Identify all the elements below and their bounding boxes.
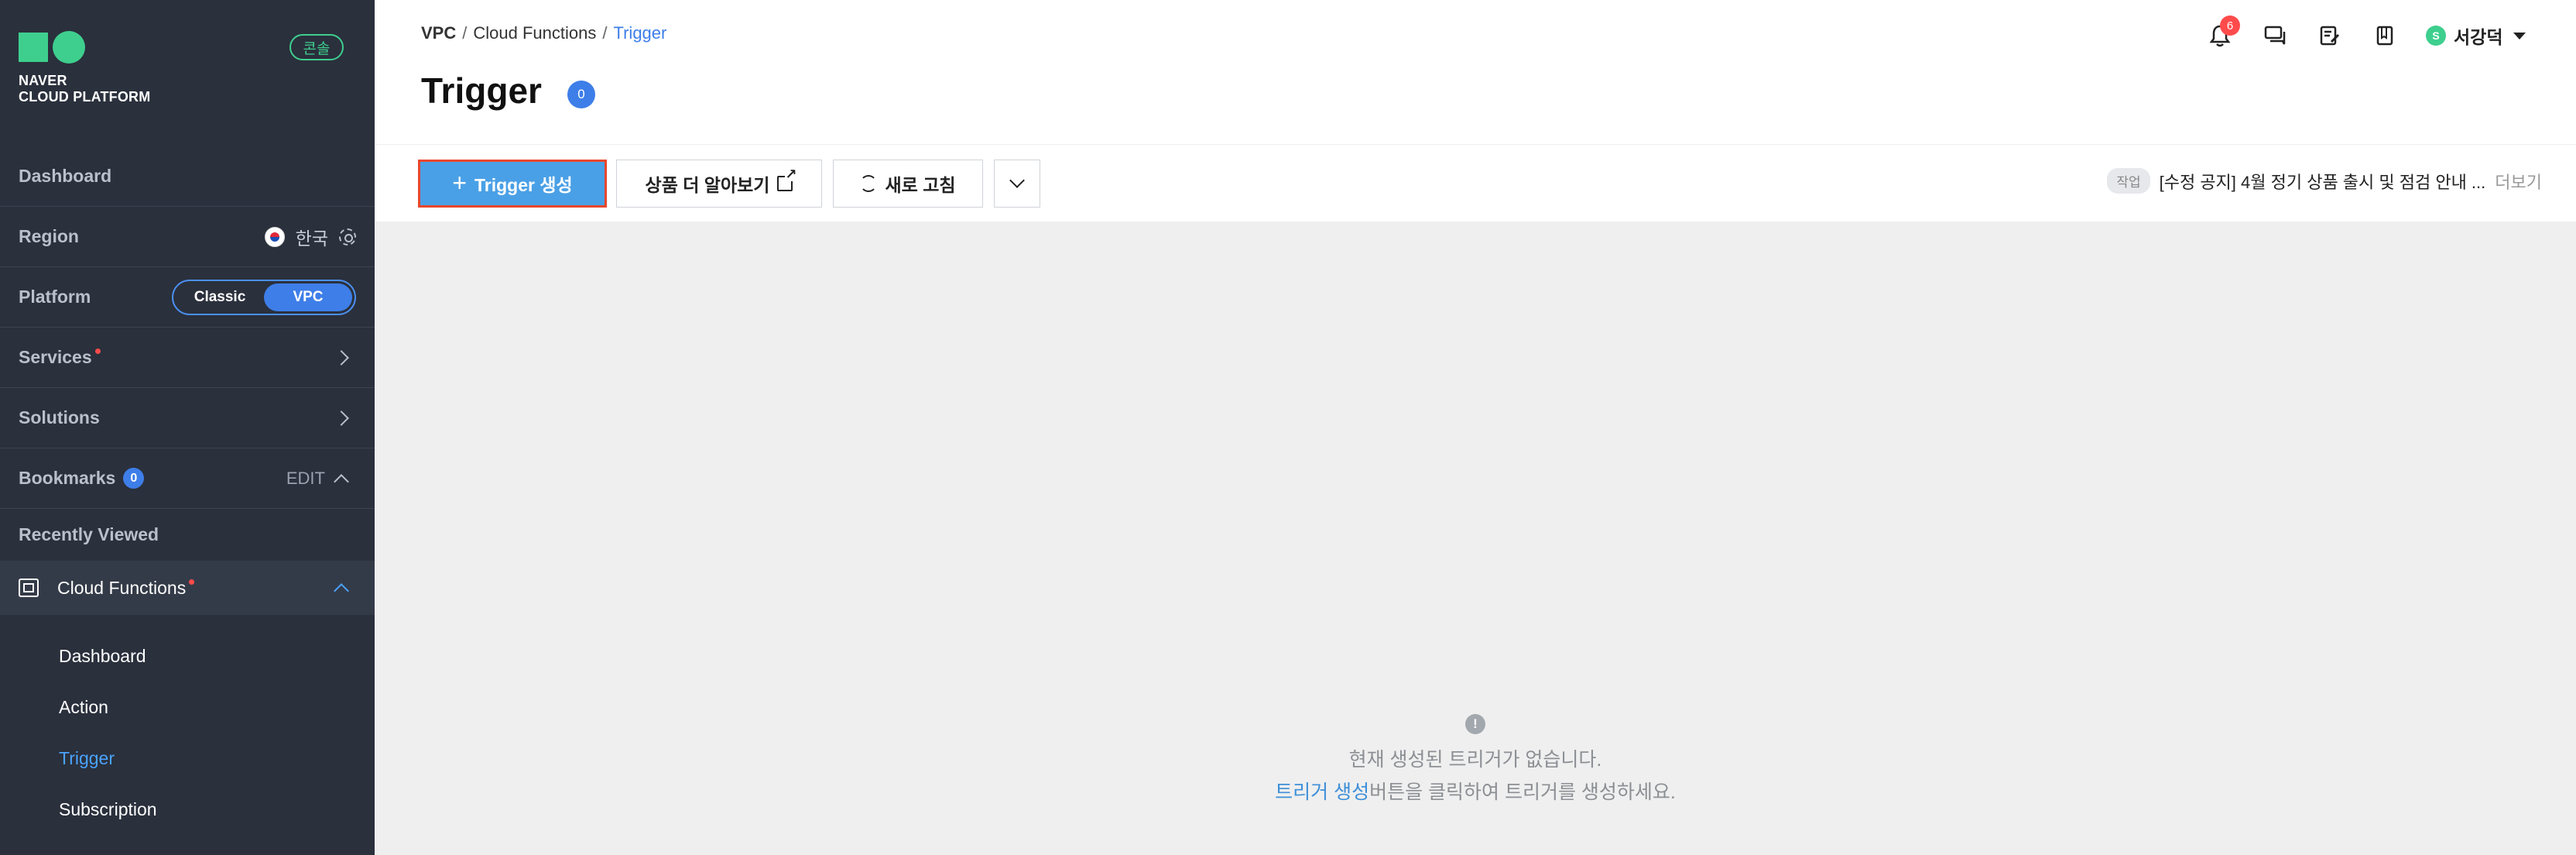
logo-line2: CLOUD PLATFORM	[19, 89, 151, 105]
messages-button[interactable]	[2258, 19, 2292, 53]
sidebar: NAVER CLOUD PLATFORM 콘솔 Dashboard Region…	[0, 0, 375, 855]
book-icon	[2376, 26, 2393, 46]
breadcrumb-trigger[interactable]: Trigger	[613, 23, 666, 43]
create-trigger-link[interactable]: 트리거 생성	[1275, 781, 1369, 803]
external-link-icon	[777, 167, 797, 191]
learn-more-label: 상품 더 알아보기	[645, 175, 770, 195]
recently-viewed-heading: Recently Viewed	[19, 524, 159, 544]
toolbar: + Trigger 생성 상품 더 알아보기 새로 고침 작업 [수정 공지] …	[375, 144, 2576, 221]
new-indicator-dot	[94, 349, 101, 354]
edit-document-icon	[2320, 26, 2340, 46]
chevron-down-icon	[1009, 173, 1025, 188]
platform-option-classic[interactable]: Classic	[176, 283, 264, 311]
sidebar-item-label: Solutions	[19, 407, 100, 428]
notification-count-badge: 6	[2220, 15, 2240, 36]
sidebar-item-bookmarks[interactable]: Bookmarks 0 EDIT	[0, 448, 375, 508]
korea-flag-icon	[264, 226, 285, 247]
chevron-up-icon[interactable]	[334, 583, 349, 599]
empty-state: ! 현재 생성된 트리거가 없습니다. 트리거 생성버튼을 클릭하여 트리거를 …	[375, 714, 2576, 809]
notification-bell-button[interactable]: 6	[2203, 15, 2240, 53]
sidebar-item-label: Cloud Functions	[57, 577, 187, 598]
create-trigger-button[interactable]: + Trigger 생성	[418, 160, 607, 208]
top-utility-bar: 6 S 서강덕	[2203, 15, 2526, 53]
logo-line1: NAVER	[19, 73, 67, 88]
user-menu[interactable]: S 서강덕	[2426, 22, 2526, 49]
breadcrumb-vpc[interactable]: VPC	[421, 23, 456, 43]
platform-toggle[interactable]: Classic VPC	[172, 279, 356, 315]
platform-label: Platform	[19, 287, 91, 307]
breadcrumb-separator: /	[602, 23, 608, 43]
user-name: 서강덕	[2454, 27, 2503, 47]
region-value[interactable]: 한국	[296, 224, 328, 250]
bookmarks-edit-button[interactable]: EDIT	[286, 469, 325, 489]
sidebar-platform-row: Platform Classic VPC	[0, 266, 375, 327]
chevron-right-icon	[334, 410, 349, 426]
learn-more-button[interactable]: 상품 더 알아보기	[616, 160, 822, 208]
sidebar-item-solutions[interactable]: Solutions	[0, 387, 375, 448]
info-icon: !	[1465, 714, 1485, 734]
region-label: Region	[19, 226, 79, 246]
breadcrumb: VPC / Cloud Functions / Trigger	[421, 23, 666, 43]
breadcrumb-cloud-functions[interactable]: Cloud Functions	[473, 23, 596, 43]
refresh-label: 새로 고침	[885, 175, 956, 195]
caret-down-icon	[2513, 32, 2526, 39]
notice-text[interactable]: [수정 공지] 4월 정기 상품 출시 및 점검 안내 ...	[2160, 169, 2486, 194]
sidebar-region-row: Region 한국	[0, 206, 375, 266]
notice-banner[interactable]: 작업 [수정 공지] 4월 정기 상품 출시 및 점검 안내 ... 더보기	[2107, 168, 2542, 194]
sidebar-subitem-action[interactable]: Action	[59, 697, 108, 718]
refresh-button[interactable]: 새로 고침	[833, 160, 983, 208]
trigger-list-area: ! 현재 생성된 트리거가 없습니다. 트리거 생성버튼을 클릭하여 트리거를 …	[375, 221, 2576, 855]
create-trigger-label: Trigger 생성	[474, 175, 573, 195]
sidebar-item-label: Bookmarks	[19, 468, 116, 488]
empty-state-hint: 트리거 생성버튼을 클릭하여 트리거를 생성하세요.	[375, 776, 2576, 809]
page-title: Trigger	[421, 70, 542, 111]
naver-cloud-logo[interactable]: NAVER CLOUD PLATFORM	[19, 31, 150, 105]
memo-button[interactable]	[2313, 19, 2347, 53]
sidebar-item-dashboard[interactable]: Dashboard	[0, 146, 375, 206]
plus-icon: +	[452, 168, 467, 197]
notice-tag: 작업	[2107, 168, 2150, 194]
refresh-icon	[860, 175, 878, 192]
sidebar-recently-viewed: Recently Viewed	[0, 508, 375, 561]
more-options-button[interactable]	[994, 160, 1040, 208]
chevron-up-icon[interactable]	[334, 473, 349, 489]
trigger-count-badge: 0	[567, 81, 595, 108]
sidebar-item-label: Services	[19, 347, 92, 367]
gear-icon[interactable]	[339, 228, 356, 246]
sidebar-item-services[interactable]: Services	[0, 327, 375, 387]
logo-mark	[19, 31, 150, 64]
sidebar-subitem-subscription[interactable]: Subscription	[59, 799, 157, 820]
bookmarks-count-badge: 0	[123, 468, 145, 489]
sidebar-subitem-trigger[interactable]: Trigger	[59, 748, 115, 769]
empty-state-message: 현재 생성된 트리거가 없습니다.	[1348, 749, 1602, 771]
user-avatar: S	[2426, 26, 2446, 46]
new-indicator-dot	[189, 579, 195, 585]
breadcrumb-separator: /	[462, 23, 468, 43]
guide-book-button[interactable]	[2368, 19, 2402, 53]
sidebar-item-label: Dashboard	[19, 165, 112, 186]
notice-more-link[interactable]: 더보기	[2495, 169, 2542, 194]
platform-option-vpc[interactable]: VPC	[264, 283, 352, 311]
empty-state-hint-text: 버튼을 클릭하여 트리거를 생성하세요.	[1369, 781, 1676, 803]
cloud-functions-icon	[19, 579, 39, 597]
sidebar-subitem-dashboard[interactable]: Dashboard	[59, 646, 146, 667]
sidebar-item-cloud-functions[interactable]: Cloud Functions	[0, 561, 375, 615]
chevron-right-icon	[334, 349, 349, 366]
chat-bubble-icon	[2264, 26, 2286, 45]
console-badge[interactable]: 콘솔	[289, 34, 344, 60]
